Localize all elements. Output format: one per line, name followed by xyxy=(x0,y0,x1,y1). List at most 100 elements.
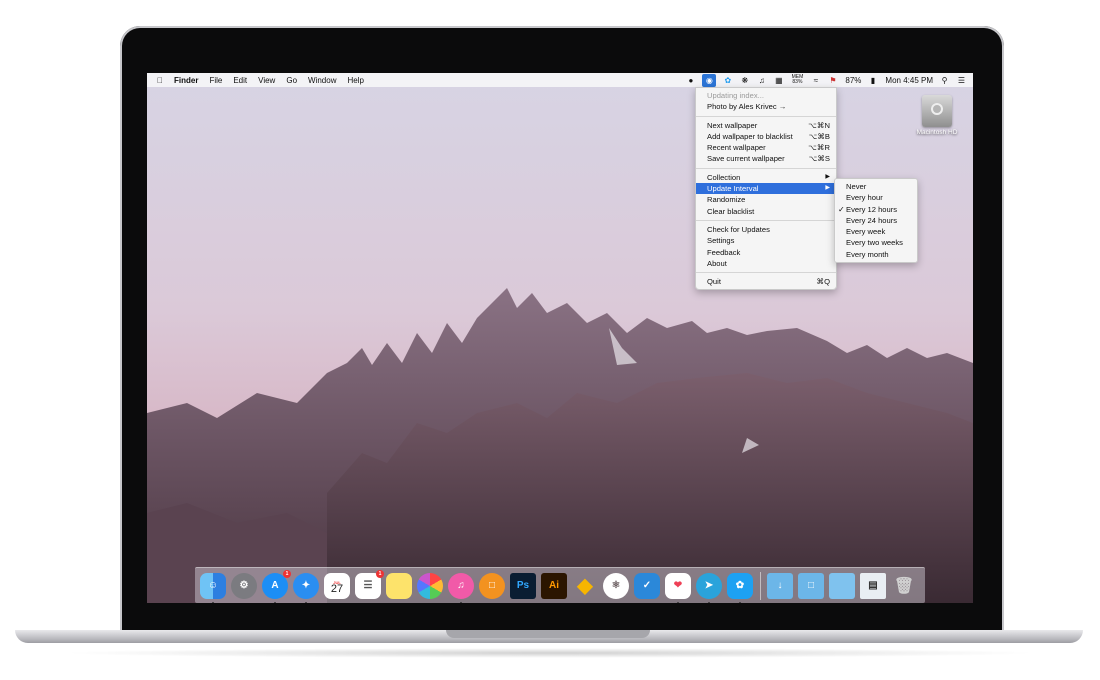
illustrator-icon[interactable]: Ai xyxy=(541,572,567,599)
update-interval-submenu: Never Every hour ✓ Every 12 hours Every 2… xyxy=(834,178,918,264)
system-preferences-icon[interactable]: ⚙ xyxy=(231,572,257,599)
finder-icon[interactable]: ☺ xyxy=(200,572,226,603)
github-icon[interactable]: ● xyxy=(685,75,696,86)
menu-item-about[interactable]: About xyxy=(696,258,836,269)
atom-icon[interactable]: ⚛ xyxy=(603,572,629,599)
folder-icon[interactable] xyxy=(829,572,855,599)
menu-separator xyxy=(696,115,836,117)
fan-icon[interactable]: ❋ xyxy=(739,75,750,86)
list-icon[interactable]: ☰ xyxy=(956,75,967,86)
submenu-label: Every month xyxy=(846,249,889,259)
documents-stack-icon[interactable]: ▤ xyxy=(860,572,886,599)
battery-percent[interactable]: 87% xyxy=(845,76,861,85)
music-icon[interactable]: ♫ xyxy=(756,75,767,86)
menu-item-update-interval[interactable]: Update Interval ▶ xyxy=(696,183,836,195)
menu-window[interactable]: Window xyxy=(308,76,336,85)
telegram-icon[interactable]: ➤ xyxy=(696,572,722,603)
running-indicator xyxy=(460,601,462,603)
menu-item-save-wallpaper[interactable]: Save current wallpaper ⌥⌘S xyxy=(696,153,836,164)
camera-icon[interactable]: ◉ xyxy=(702,73,717,87)
dock-separator xyxy=(760,571,761,600)
menu-shortcut: ⌘Q xyxy=(816,277,830,287)
menu-separator xyxy=(696,167,836,169)
menu-help[interactable]: Help xyxy=(347,76,363,85)
memory-icon[interactable]: MEM 83% xyxy=(790,75,804,86)
interval-every-month[interactable]: Every month xyxy=(835,249,917,260)
menu-separator xyxy=(696,272,836,274)
twitter-app-icon[interactable]: ✿ xyxy=(727,572,753,603)
notes-icon[interactable] xyxy=(386,572,412,599)
submenu-label: Never xyxy=(846,182,867,191)
downloads-folder-icon[interactable]: ↓ xyxy=(767,572,793,599)
menu-item-check-updates[interactable]: Check for Updates xyxy=(696,224,836,235)
mountain-wallpaper xyxy=(147,73,973,603)
submenu-label: Every 12 hours xyxy=(846,204,898,214)
safari-icon[interactable]: ✦ xyxy=(293,572,319,603)
laptop-shadow xyxy=(60,648,1040,658)
checkmark-icon: ✓ xyxy=(838,204,845,214)
desktop-hd-icon[interactable]: Macintosh HD xyxy=(912,95,962,136)
menu-item-next-wallpaper[interactable]: Next wallpaper ⌥⌘N xyxy=(696,120,836,131)
submenu-arrow-icon: ▶ xyxy=(825,173,830,180)
notification-badge: 1 xyxy=(376,569,384,578)
wunderlist-icon[interactable]: ✓ xyxy=(634,572,660,599)
menu-item-settings[interactable]: Settings xyxy=(696,235,836,246)
app-name-finder[interactable]: Finder xyxy=(174,76,198,85)
ibooks-icon[interactable]: □ xyxy=(479,572,505,599)
running-indicator xyxy=(305,601,307,603)
sketch-icon[interactable]: ◆ xyxy=(572,573,598,599)
wallpaper-app-menu: Updating index... Photo by Ales Krivec →… xyxy=(695,87,837,291)
menu-item-collection[interactable]: Collection ▶ xyxy=(696,172,836,183)
applications-folder-icon[interactable]: □ xyxy=(798,572,824,599)
itunes-icon[interactable]: ♫ xyxy=(448,572,474,603)
interval-every-24-hours[interactable]: Every 24 hours xyxy=(835,215,917,226)
menu-edit[interactable]: Edit xyxy=(233,76,247,85)
menu-item-label: Updating index... xyxy=(707,91,764,100)
menu-view[interactable]: View xyxy=(258,76,275,85)
clock[interactable]: Mon 4:45 PM xyxy=(885,76,933,85)
menu-item-feedback[interactable]: Feedback xyxy=(696,247,836,258)
menu-shortcut: ⌥⌘N xyxy=(808,120,830,130)
menu-item-label: Settings xyxy=(707,236,735,246)
photos-icon[interactable] xyxy=(417,572,443,599)
menu-item-recent-wallpaper[interactable]: Recent wallpaper ⌥⌘R xyxy=(696,142,836,153)
interval-every-two-weeks[interactable]: Every two weeks xyxy=(835,237,917,248)
running-indicator xyxy=(739,601,741,603)
menu-item-clear-blacklist[interactable]: Clear blacklist xyxy=(696,206,836,217)
dock: ☺ ⚙ A1 ✦ JUL 27 ☰ 1 ♫ □ Ps Ai ◆ ⚛ ✓ ❤ ➤ ✿… xyxy=(195,567,925,603)
interval-never[interactable]: Never xyxy=(835,181,917,192)
menu-item-label: Save current wallpaper xyxy=(707,154,785,164)
menu-file[interactable]: File xyxy=(209,76,222,85)
calendar-icon[interactable]: JUL 27 xyxy=(324,572,350,599)
app-store-icon[interactable]: A1 xyxy=(262,569,291,603)
battery-icon[interactable]: ▮ xyxy=(867,75,878,86)
menu-shortcut: ⌥⌘B xyxy=(808,131,830,141)
reminders-icon[interactable]: ☰ 1 xyxy=(355,569,384,599)
menu-item-randomize[interactable]: Randomize xyxy=(696,194,836,205)
menu-item-photo-credit[interactable]: Photo by Ales Krivec → xyxy=(696,101,836,112)
calendar-day: 27 xyxy=(330,582,344,595)
hard-drive-icon xyxy=(922,95,952,127)
interval-every-12-hours[interactable]: ✓ Every 12 hours xyxy=(835,204,917,215)
search-icon[interactable]: ⚲ xyxy=(939,75,950,86)
grid-icon[interactable]: ▦ xyxy=(773,75,784,86)
menu-item-add-blacklist[interactable]: Add wallpaper to blacklist ⌥⌘B xyxy=(696,131,836,142)
twitter-icon[interactable]: ✿ xyxy=(722,75,733,86)
interval-every-hour[interactable]: Every hour xyxy=(835,192,917,203)
pocket-icon[interactable]: ❤ xyxy=(665,572,691,603)
wifi-icon[interactable]: ≈ xyxy=(810,75,821,86)
photoshop-icon[interactable]: Ps xyxy=(510,572,536,599)
submenu-label: Every hour xyxy=(846,193,883,203)
menu-item-label: Randomize xyxy=(707,195,746,205)
mem-value: 83% xyxy=(792,79,803,85)
interval-every-week[interactable]: Every week xyxy=(835,226,917,237)
flag-icon[interactable]: ⚑ xyxy=(827,75,838,86)
menu-item-quit[interactable]: Quit ⌘Q xyxy=(696,276,836,287)
trash-icon[interactable]: 🗑 xyxy=(891,573,917,599)
apple-icon[interactable]:  xyxy=(157,76,163,85)
running-indicator xyxy=(274,601,276,603)
menu-item-label: Next wallpaper xyxy=(707,120,758,130)
menu-item-label: Check for Updates xyxy=(707,224,770,234)
menu-go[interactable]: Go xyxy=(286,76,297,85)
running-indicator xyxy=(677,601,679,603)
